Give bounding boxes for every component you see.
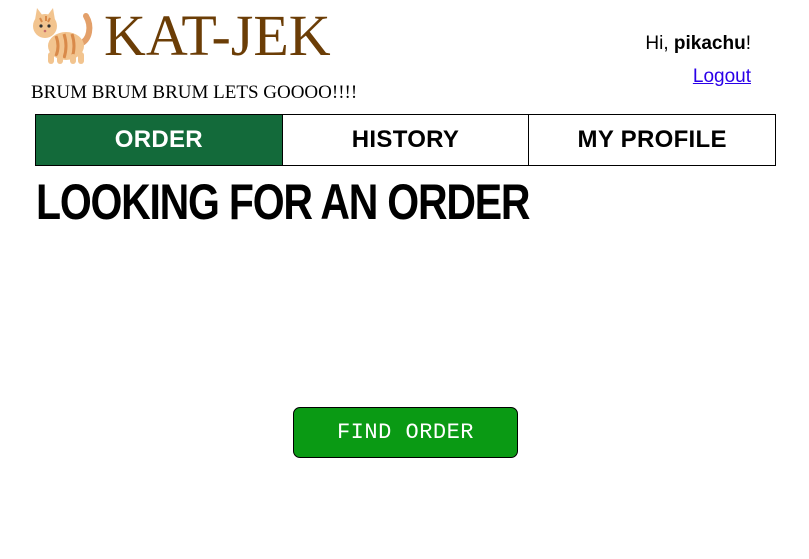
tab-order[interactable]: ORDER	[35, 114, 283, 166]
greeting: Hi, pikachu!	[645, 32, 751, 56]
page-title: LOOKING FOR AN ORDER	[36, 174, 530, 230]
logo: KAT-JEK	[28, 6, 331, 66]
logout-link[interactable]: Logout	[693, 66, 751, 88]
app-title: KAT-JEK	[104, 3, 331, 68]
cat-icon	[28, 6, 94, 66]
header: KAT-JEK BRUM BRUM BRUM LETS GOOOO!!!! Hi…	[0, 0, 809, 112]
find-order-button[interactable]: FIND ORDER	[293, 407, 518, 458]
tab-history[interactable]: HISTORY	[282, 114, 530, 166]
tab-my-profile[interactable]: MY PROFILE	[529, 114, 777, 166]
tagline: BRUM BRUM BRUM LETS GOOOO!!!!	[31, 82, 358, 103]
user-area: Hi, pikachu! Logout	[645, 32, 751, 88]
greeting-suffix: !	[745, 33, 751, 54]
greeting-prefix: Hi,	[645, 33, 674, 54]
username: pikachu	[673, 33, 746, 54]
main-nav: ORDER HISTORY MY PROFILE	[35, 114, 777, 166]
